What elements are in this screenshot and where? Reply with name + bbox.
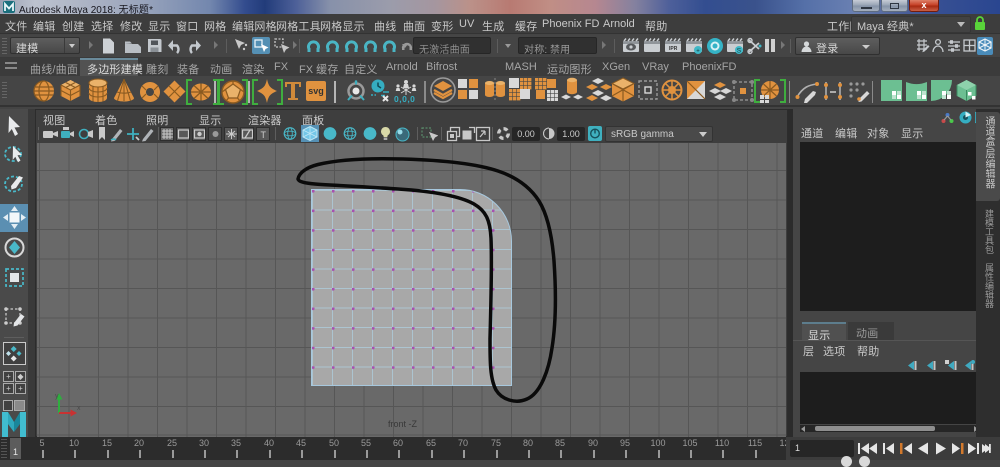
svg-text:IPR: IPR [669,46,678,52]
svg-text:T: T [261,130,267,140]
svg-text:+: + [696,48,700,54]
svg-text:0,0,0: 0,0,0 [394,94,415,104]
svg-text:y: y [55,393,59,400]
svg-text:x: x [77,405,81,412]
svg-text:S: S [737,48,742,55]
